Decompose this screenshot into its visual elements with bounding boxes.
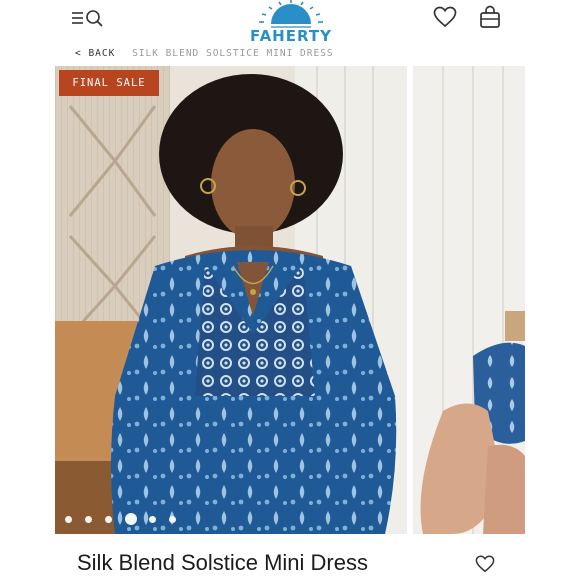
menu-icon[interactable] <box>72 12 83 24</box>
heart-icon <box>433 6 457 28</box>
brand-logo[interactable]: FAHERTY <box>241 0 341 46</box>
carousel-dot[interactable] <box>105 515 112 523</box>
product-page: FAHERTY < BACK SILK BLEND SOLSTICE MINI … <box>55 0 525 580</box>
carousel-dot[interactable] <box>65 515 72 523</box>
brand-name: FAHERTY <box>250 27 332 45</box>
carousel-dots <box>65 512 189 526</box>
carousel-dot-active[interactable] <box>125 513 137 525</box>
product-title: Silk Blend Solstice Mini Dress <box>77 550 368 575</box>
breadcrumb-current: SILK BLEND SOLSTICE MINI DRESS <box>132 48 334 59</box>
sunrise-logo-mark <box>259 0 323 28</box>
shopping-bag-button[interactable] <box>479 5 501 29</box>
breadcrumb: < BACK SILK BLEND SOLSTICE MINI DRESS <box>75 48 334 62</box>
wishlist-button[interactable] <box>433 6 457 28</box>
product-image-main[interactable]: FINAL SALE <box>55 66 407 534</box>
model-photo-detail <box>413 66 525 534</box>
carousel-dot[interactable] <box>85 515 92 523</box>
site-header: FAHERTY <box>55 0 525 46</box>
menu-search-group <box>71 8 107 28</box>
shopping-bag-icon <box>480 5 500 28</box>
back-link[interactable]: < BACK <box>75 48 115 59</box>
product-image-gallery[interactable]: FINAL SALE <box>55 66 525 534</box>
carousel-dot[interactable] <box>169 515 176 523</box>
search-icon[interactable] <box>86 10 103 27</box>
carousel-dot[interactable] <box>149 515 156 523</box>
favorite-button[interactable] <box>475 555 495 573</box>
final-sale-badge: FINAL SALE <box>59 70 159 96</box>
heart-outline-icon <box>475 555 495 573</box>
product-image-next[interactable] <box>413 66 525 534</box>
model-photo <box>55 66 407 534</box>
